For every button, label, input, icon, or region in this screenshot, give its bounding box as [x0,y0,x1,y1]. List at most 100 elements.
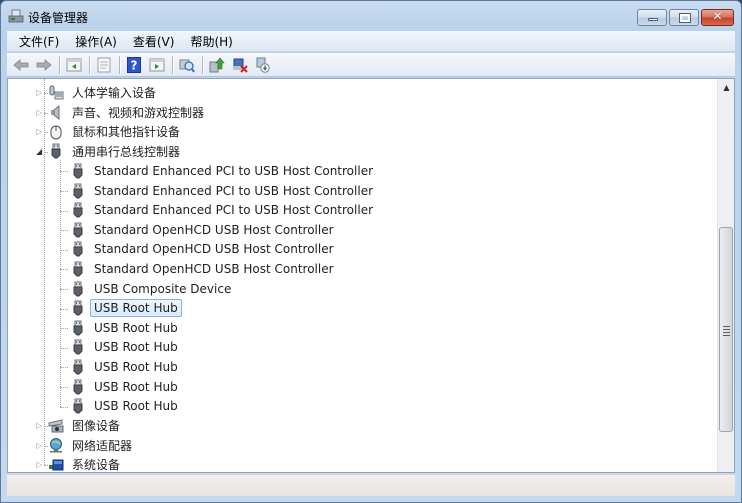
uninstall-device-button[interactable] [229,55,251,75]
tree-device-item[interactable]: USB Root Hub [60,397,182,416]
title-bar[interactable]: 设备管理器 ✕ [1,1,741,31]
show-hide-action-pane-icon [149,58,165,71]
tree-category[interactable]: ◢ 通用串行总线控制器 [36,142,184,161]
update-driver-icon [209,57,225,72]
usb-icon [70,183,86,199]
tree-item-label: 网络适配器 [72,438,133,453]
tree-connector [60,347,68,349]
show-hide-console-tree-icon [66,58,82,71]
arrow-up-icon: ▲ [723,83,730,92]
tree-device-item[interactable]: USB Root Hub [60,357,182,376]
system-device-icon [48,457,64,472]
tree-item-label: Standard Enhanced PCI to USB Host Contro… [94,183,374,198]
tree-connector [60,308,68,310]
tree-connector [60,230,68,232]
tree-device-item[interactable]: Standard OpenHCD USB Host Controller [60,220,338,239]
tree-item-label: 人体学输入设备 [72,86,157,100]
show-hide-action-pane-button[interactable] [146,55,168,75]
tree-connector [60,210,68,212]
imaging-device-icon [48,418,64,434]
collapsed-triangle-icon[interactable]: ▷ [36,89,44,97]
forward-button[interactable] [33,55,55,75]
tree-connector [60,249,68,251]
tree-device-item[interactable]: Standard Enhanced PCI to USB Host Contro… [60,201,377,220]
tree-category[interactable]: ▷ 声音、视频和游戏控制器 [36,103,208,122]
disable-device-button[interactable] [252,55,274,75]
collapsed-triangle-icon[interactable]: ▷ [36,128,44,136]
usb-icon [70,300,86,316]
hid-icon [48,85,64,101]
tree-item-label: 系统设备 [72,458,121,473]
tree-device-item[interactable]: USB Composite Device [60,279,235,298]
speaker-icon [48,104,64,121]
properties-button[interactable] [93,55,115,75]
toolbar-separator [119,55,120,74]
toolbar-separator [172,55,173,74]
toolbar: ? [7,53,735,77]
tree-child-connector [60,159,61,407]
tree-item-label: Standard Enhanced PCI to USB Host Contro… [94,163,374,178]
tree-category[interactable]: ▷ 系统设备 [36,455,124,473]
maximize-button[interactable] [669,9,699,26]
show-hide-console-tree-button[interactable] [63,55,85,75]
collapsed-triangle-icon[interactable]: ▷ [36,108,44,117]
tree-connector [60,328,68,330]
vertical-scrollbar[interactable]: ▲ [717,79,734,472]
status-bar [7,474,735,496]
tree-device-item[interactable]: Standard OpenHCD USB Host Controller [60,259,338,278]
scan-hardware-changes-button[interactable] [176,55,198,75]
tree-device-item[interactable]: USB Root Hub [60,338,182,357]
scan-hardware-changes-icon [179,59,195,73]
close-button[interactable]: ✕ [701,9,734,26]
tree-item-label: 通用串行总线控制器 [72,144,181,159]
tree-category[interactable]: ▷ 网络适配器 [36,436,136,455]
update-driver-button[interactable] [206,55,228,75]
tree-connector [60,289,68,290]
tree-device-item[interactable]: USB Root Hub [60,299,182,318]
tree-category[interactable]: ▷ 图像设备 [36,416,124,435]
collapsed-triangle-icon[interactable]: ▷ [36,422,44,430]
tree-connector [60,269,68,271]
tree-device-item[interactable]: Standard OpenHCD USB Host Controller [60,240,338,259]
tree-item-label: USB Root Hub [94,359,178,374]
usb-icon [70,261,86,277]
usb-icon [70,163,86,179]
menu-action[interactable]: 操作(A) [67,33,125,50]
expanded-triangle-icon[interactable]: ◢ [36,147,44,156]
device-manager-window: 设备管理器 ✕ 文件(F) 操作(A) 查看(V) 帮助(H) ? ▷ 人体学输… [0,0,742,503]
help-icon: ? [127,56,141,73]
tree-device-item[interactable]: USB Root Hub [60,377,182,396]
minimize-icon [648,18,658,21]
network-adapter-icon [48,437,64,453]
tree-item-label: Standard Enhanced PCI to USB Host Contro… [94,203,374,218]
tree-device-item[interactable]: Standard Enhanced PCI to USB Host Contro… [60,161,377,180]
toolbar-separator [59,55,60,74]
grip-icon [723,326,730,338]
tree-connector [60,406,68,408]
tree-device-item[interactable]: Standard Enhanced PCI to USB Host Contro… [60,181,377,200]
menu-help[interactable]: 帮助(H) [182,33,240,50]
minimize-button[interactable] [637,9,667,26]
maximize-icon [679,13,691,23]
tree-root-connector [44,79,45,466]
back-button[interactable] [10,55,32,75]
scrollbar-thumb[interactable] [719,227,733,432]
toolbar-separator [89,55,90,74]
tree-item-label: USB Root Hub [94,379,178,394]
tree-category[interactable]: ▷ 鼠标和其他指针设备 [36,122,184,141]
svg-text:?: ? [131,58,138,72]
tree-category[interactable]: ▷ 人体学输入设备 [36,83,160,102]
toolbar-separator [202,55,203,74]
tree-connector [60,367,68,369]
menu-view[interactable]: 查看(V) [125,33,183,50]
usb-icon [70,281,86,297]
collapsed-triangle-icon[interactable]: ▷ [36,441,44,450]
collapsed-triangle-icon[interactable]: ▷ [36,461,44,469]
tree-item-label: USB Root Hub [94,399,178,414]
scroll-up-button[interactable]: ▲ [718,79,734,96]
tree-item-label: USB Root Hub [94,340,178,355]
tree-device-item[interactable]: USB Root Hub [60,318,182,337]
tree-item-label: USB Root Hub [90,299,182,318]
menu-file[interactable]: 文件(F) [11,33,67,50]
help-button[interactable]: ? [123,55,145,75]
